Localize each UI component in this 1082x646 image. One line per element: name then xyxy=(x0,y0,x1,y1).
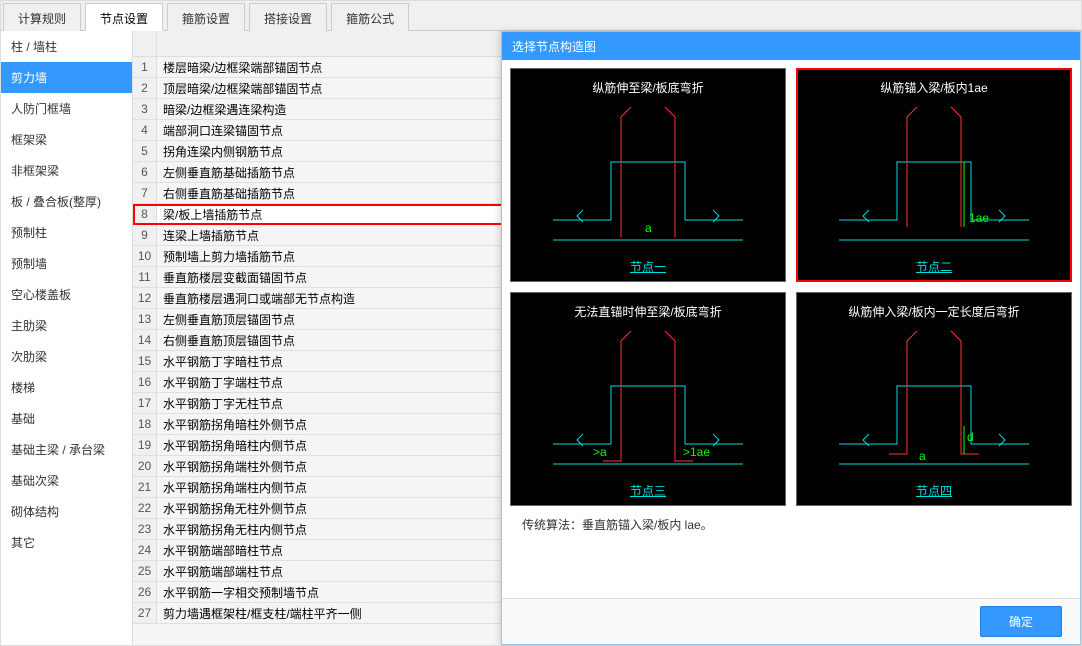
sidebar: 柱 / 墙柱剪力墙人防门框墙框架梁非框架梁板 / 叠合板(整厚)预制柱预制墙空心… xyxy=(1,31,133,645)
sidebar-item-7[interactable]: 预制墙 xyxy=(1,248,132,279)
row-number: 15 xyxy=(133,351,157,371)
row-number: 18 xyxy=(133,414,157,434)
select-node-dialog: 选择节点构造图 纵筋伸至梁/板底弯折 a 节点一纵筋锚入梁/板内1ae 1ae … xyxy=(501,31,1081,645)
sidebar-item-14[interactable]: 基础次梁 xyxy=(1,465,132,496)
tab-2[interactable]: 箍筋设置 xyxy=(167,3,245,31)
sidebar-item-6[interactable]: 预制柱 xyxy=(1,217,132,248)
svg-text:a: a xyxy=(645,221,652,235)
row-number: 11 xyxy=(133,267,157,287)
row-number: 4 xyxy=(133,120,157,140)
dialog-title: 选择节点构造图 xyxy=(502,32,1080,60)
thumb-label[interactable]: 节点一 xyxy=(630,252,666,275)
sidebar-item-12[interactable]: 基础 xyxy=(1,403,132,434)
svg-text:>a: >a xyxy=(593,445,607,459)
row-number: 9 xyxy=(133,225,157,245)
row-number: 21 xyxy=(133,477,157,497)
row-number: 23 xyxy=(133,519,157,539)
row-number: 22 xyxy=(133,498,157,518)
row-number: 14 xyxy=(133,330,157,350)
row-number: 25 xyxy=(133,561,157,581)
row-number: 10 xyxy=(133,246,157,266)
thumb-diagram: a d xyxy=(801,326,1067,476)
thumb-title: 纵筋伸至梁/板底弯折 xyxy=(515,75,781,102)
sidebar-item-8[interactable]: 空心楼盖板 xyxy=(1,279,132,310)
thumbnail-grid: 纵筋伸至梁/板底弯折 a 节点一纵筋锚入梁/板内1ae 1ae 节点二无法直锚时… xyxy=(510,68,1072,506)
thumb-diagram: 1ae xyxy=(801,102,1067,252)
node-thumb-2[interactable]: 纵筋锚入梁/板内1ae 1ae 节点二 xyxy=(796,68,1072,282)
node-thumb-4[interactable]: 纵筋伸入梁/板内一定长度后弯折 a d 节点四 xyxy=(796,292,1072,506)
node-thumb-3[interactable]: 无法直锚时伸至梁/板底弯折 >1ae >a 节点三 xyxy=(510,292,786,506)
sidebar-item-11[interactable]: 楼梯 xyxy=(1,372,132,403)
tab-3[interactable]: 搭接设置 xyxy=(249,3,327,31)
row-number: 27 xyxy=(133,603,157,623)
row-number: 3 xyxy=(133,99,157,119)
svg-text:1ae: 1ae xyxy=(969,211,989,225)
row-number: 8 xyxy=(133,204,157,224)
sidebar-item-3[interactable]: 框架梁 xyxy=(1,124,132,155)
sidebar-item-16[interactable]: 其它 xyxy=(1,527,132,558)
row-number: 1 xyxy=(133,57,157,77)
sidebar-item-5[interactable]: 板 / 叠合板(整厚) xyxy=(1,186,132,217)
thumb-diagram: a xyxy=(515,102,781,252)
sidebar-item-4[interactable]: 非框架梁 xyxy=(1,155,132,186)
row-number: 16 xyxy=(133,372,157,392)
sidebar-item-10[interactable]: 次肋梁 xyxy=(1,341,132,372)
svg-text:d: d xyxy=(967,430,974,444)
row-number: 2 xyxy=(133,78,157,98)
ok-button[interactable]: 确定 xyxy=(980,606,1062,637)
tab-1[interactable]: 节点设置 xyxy=(85,3,163,31)
sidebar-item-0[interactable]: 柱 / 墙柱 xyxy=(1,31,132,62)
row-number: 13 xyxy=(133,309,157,329)
node-thumb-1[interactable]: 纵筋伸至梁/板底弯折 a 节点一 xyxy=(510,68,786,282)
thumb-title: 纵筋锚入梁/板内1ae xyxy=(801,75,1067,102)
algorithm-note: 传统算法：垂直筋锚入梁/板内 lae。 xyxy=(510,506,1072,543)
row-number: 19 xyxy=(133,435,157,455)
row-number: 7 xyxy=(133,183,157,203)
thumb-title: 无法直锚时伸至梁/板底弯折 xyxy=(515,299,781,326)
sidebar-item-2[interactable]: 人防门框墙 xyxy=(1,93,132,124)
thumb-diagram: >1ae >a xyxy=(515,326,781,476)
row-number: 26 xyxy=(133,582,157,602)
row-number: 12 xyxy=(133,288,157,308)
row-number: 20 xyxy=(133,456,157,476)
tab-0[interactable]: 计算规则 xyxy=(3,3,81,31)
row-number: 5 xyxy=(133,141,157,161)
sidebar-item-13[interactable]: 基础主梁 / 承台梁 xyxy=(1,434,132,465)
svg-text:a: a xyxy=(919,449,926,463)
thumb-label[interactable]: 节点三 xyxy=(630,476,666,499)
row-number: 17 xyxy=(133,393,157,413)
svg-text:>1ae: >1ae xyxy=(683,445,710,459)
top-tabs: 计算规则节点设置箍筋设置搭接设置箍筋公式 xyxy=(1,1,1081,31)
row-number: 24 xyxy=(133,540,157,560)
tab-4[interactable]: 箍筋公式 xyxy=(331,3,409,31)
sidebar-item-9[interactable]: 主肋梁 xyxy=(1,310,132,341)
thumb-label[interactable]: 节点二 xyxy=(916,252,952,275)
sidebar-item-1[interactable]: 剪力墙 xyxy=(1,62,132,93)
row-number: 6 xyxy=(133,162,157,182)
thumb-label[interactable]: 节点四 xyxy=(916,476,952,499)
thumb-title: 纵筋伸入梁/板内一定长度后弯折 xyxy=(801,299,1067,326)
sidebar-item-15[interactable]: 砌体结构 xyxy=(1,496,132,527)
